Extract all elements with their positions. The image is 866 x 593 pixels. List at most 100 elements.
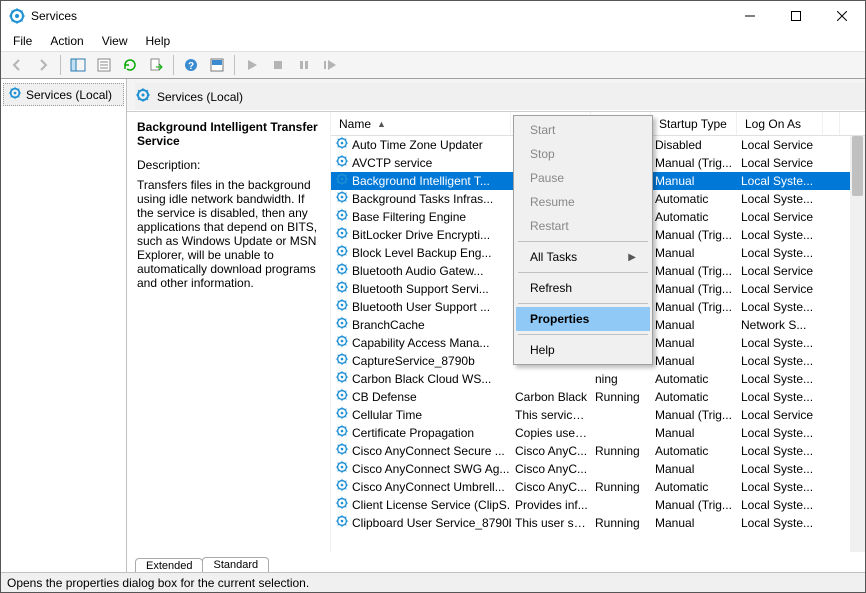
cell-name: Cisco AnyConnect Secure ... [331, 442, 511, 460]
ctx-all-tasks[interactable]: All Tasks▶ [516, 245, 650, 269]
refresh-button[interactable] [118, 53, 142, 77]
pause-service-button[interactable] [292, 53, 316, 77]
cell-name: Bluetooth Support Servi... [331, 280, 511, 298]
cell-status: Running [591, 442, 651, 460]
service-name-label: Background Intelligent T... [352, 172, 490, 190]
cell-name: Background Tasks Infras... [331, 190, 511, 208]
restart-service-button[interactable] [318, 53, 342, 77]
cell-status [591, 496, 651, 514]
service-name-label: Cisco AnyConnect Secure ... [352, 442, 505, 460]
cell-name: CaptureService_8790b [331, 352, 511, 370]
ctx-refresh[interactable]: Refresh [516, 276, 650, 300]
window-buttons [727, 1, 865, 31]
export-button[interactable] [144, 53, 168, 77]
help-button[interactable]: ? [179, 53, 203, 77]
main-pane: Services (Local) Background Intelligent … [127, 79, 865, 572]
cell-status: Running [591, 388, 651, 406]
menu-help[interactable]: Help [138, 32, 179, 50]
cell-logon: Local Service [737, 136, 823, 154]
back-button[interactable] [5, 53, 29, 77]
ctx-resume[interactable]: Resume [516, 190, 650, 214]
content: Services (Local) Services (Local) Backgr… [1, 79, 865, 572]
vertical-scrollbar[interactable] [850, 136, 865, 552]
col-startup[interactable]: Startup Type [651, 112, 737, 135]
ctx-help[interactable]: Help [516, 338, 650, 362]
window-title: Services [31, 9, 727, 23]
tree-root-label: Services (Local) [26, 88, 112, 102]
service-row[interactable]: CB DefenseCarbon BlackRunningAutomaticLo… [331, 388, 865, 406]
service-name-label: BranchCache [352, 316, 425, 334]
service-row[interactable]: Cisco AnyConnect SWG Ag...Cisco AnyC...M… [331, 460, 865, 478]
gear-icon [335, 244, 349, 262]
submenu-arrow-icon: ▶ [628, 252, 636, 263]
titlebar: Services [1, 1, 865, 31]
ctx-properties[interactable]: Properties [516, 307, 650, 331]
cell-startup: Manual [651, 352, 737, 370]
ctx-stop[interactable]: Stop [516, 142, 650, 166]
cell-logon: Local Service [737, 262, 823, 280]
close-button[interactable] [819, 1, 865, 31]
ctx-restart[interactable]: Restart [516, 214, 650, 238]
service-name-label: Bluetooth Audio Gatew... [352, 262, 483, 280]
gear-icon [335, 172, 349, 190]
gear-icon [335, 154, 349, 172]
menu-view[interactable]: View [94, 32, 136, 50]
start-service-button[interactable] [240, 53, 264, 77]
forward-button[interactable] [31, 53, 55, 77]
service-row[interactable]: Carbon Black Cloud WS...ningAutomaticLoc… [331, 370, 865, 388]
cell-name: BitLocker Drive Encrypti... [331, 226, 511, 244]
service-row[interactable]: Cisco AnyConnect Umbrell...Cisco AnyC...… [331, 478, 865, 496]
properties-button[interactable] [92, 53, 116, 77]
cell-description: Cisco AnyC... [511, 478, 591, 496]
service-row[interactable]: Client License Service (ClipS...Provides… [331, 496, 865, 514]
tab-standard[interactable]: Standard [202, 557, 269, 572]
tab-extended[interactable]: Extended [135, 558, 203, 572]
service-name-label: Client License Service (ClipS... [352, 496, 511, 514]
menu-file[interactable]: File [5, 32, 40, 50]
cell-logon: Local Syste... [737, 478, 823, 496]
maximize-button[interactable] [773, 1, 819, 31]
cell-startup: Automatic [651, 208, 737, 226]
gear-icon [8, 86, 22, 103]
gear-icon [335, 388, 349, 406]
tree-root-item[interactable]: Services (Local) [3, 83, 124, 106]
cell-name: AVCTP service [331, 154, 511, 172]
ctx-start[interactable]: Start [516, 118, 650, 142]
main-pane-header: Services (Local) [127, 79, 865, 111]
detail-desc-label: Description: [137, 158, 320, 172]
ctx-pause[interactable]: Pause [516, 166, 650, 190]
service-name-label: Bluetooth Support Servi... [352, 280, 489, 298]
cell-logon: Local Syste... [737, 352, 823, 370]
service-name-label: BitLocker Drive Encrypti... [352, 226, 490, 244]
filter-button[interactable] [205, 53, 229, 77]
cell-logon: Local Service [737, 208, 823, 226]
service-name-label: Certificate Propagation [352, 424, 474, 442]
cell-name: Certificate Propagation [331, 424, 511, 442]
show-hide-tree-button[interactable] [66, 53, 90, 77]
cell-startup: Automatic [651, 190, 737, 208]
minimize-button[interactable] [727, 1, 773, 31]
menu-action[interactable]: Action [42, 32, 91, 50]
cell-name: Carbon Black Cloud WS... [331, 370, 511, 388]
service-name-label: CaptureService_8790b [352, 352, 475, 370]
main-body: Background Intelligent Transfer Service … [127, 111, 865, 552]
cell-name: Client License Service (ClipS... [331, 496, 511, 514]
cell-status: Running [591, 478, 651, 496]
cell-description: This user ser... [511, 514, 591, 532]
service-row[interactable]: Cisco AnyConnect Secure ...Cisco AnyC...… [331, 442, 865, 460]
service-row[interactable]: Clipboard User Service_8790bThis user se… [331, 514, 865, 532]
scrollbar-thumb[interactable] [852, 136, 863, 196]
gear-icon [335, 190, 349, 208]
service-row[interactable]: Cellular TimeThis service ...Manual (Tri… [331, 406, 865, 424]
service-row[interactable]: Certificate PropagationCopies user ...Ma… [331, 424, 865, 442]
col-logon[interactable]: Log On As [737, 112, 823, 135]
col-name[interactable]: Name▲ [331, 112, 511, 135]
cell-startup: Manual (Trig... [651, 298, 737, 316]
status-text: Opens the properties dialog box for the … [7, 576, 309, 590]
cell-startup: Automatic [651, 388, 737, 406]
cell-startup: Manual (Trig... [651, 280, 737, 298]
stop-service-button[interactable] [266, 53, 290, 77]
cell-logon: Local Syste... [737, 190, 823, 208]
cell-description: Carbon Black [511, 388, 591, 406]
gear-icon [335, 280, 349, 298]
